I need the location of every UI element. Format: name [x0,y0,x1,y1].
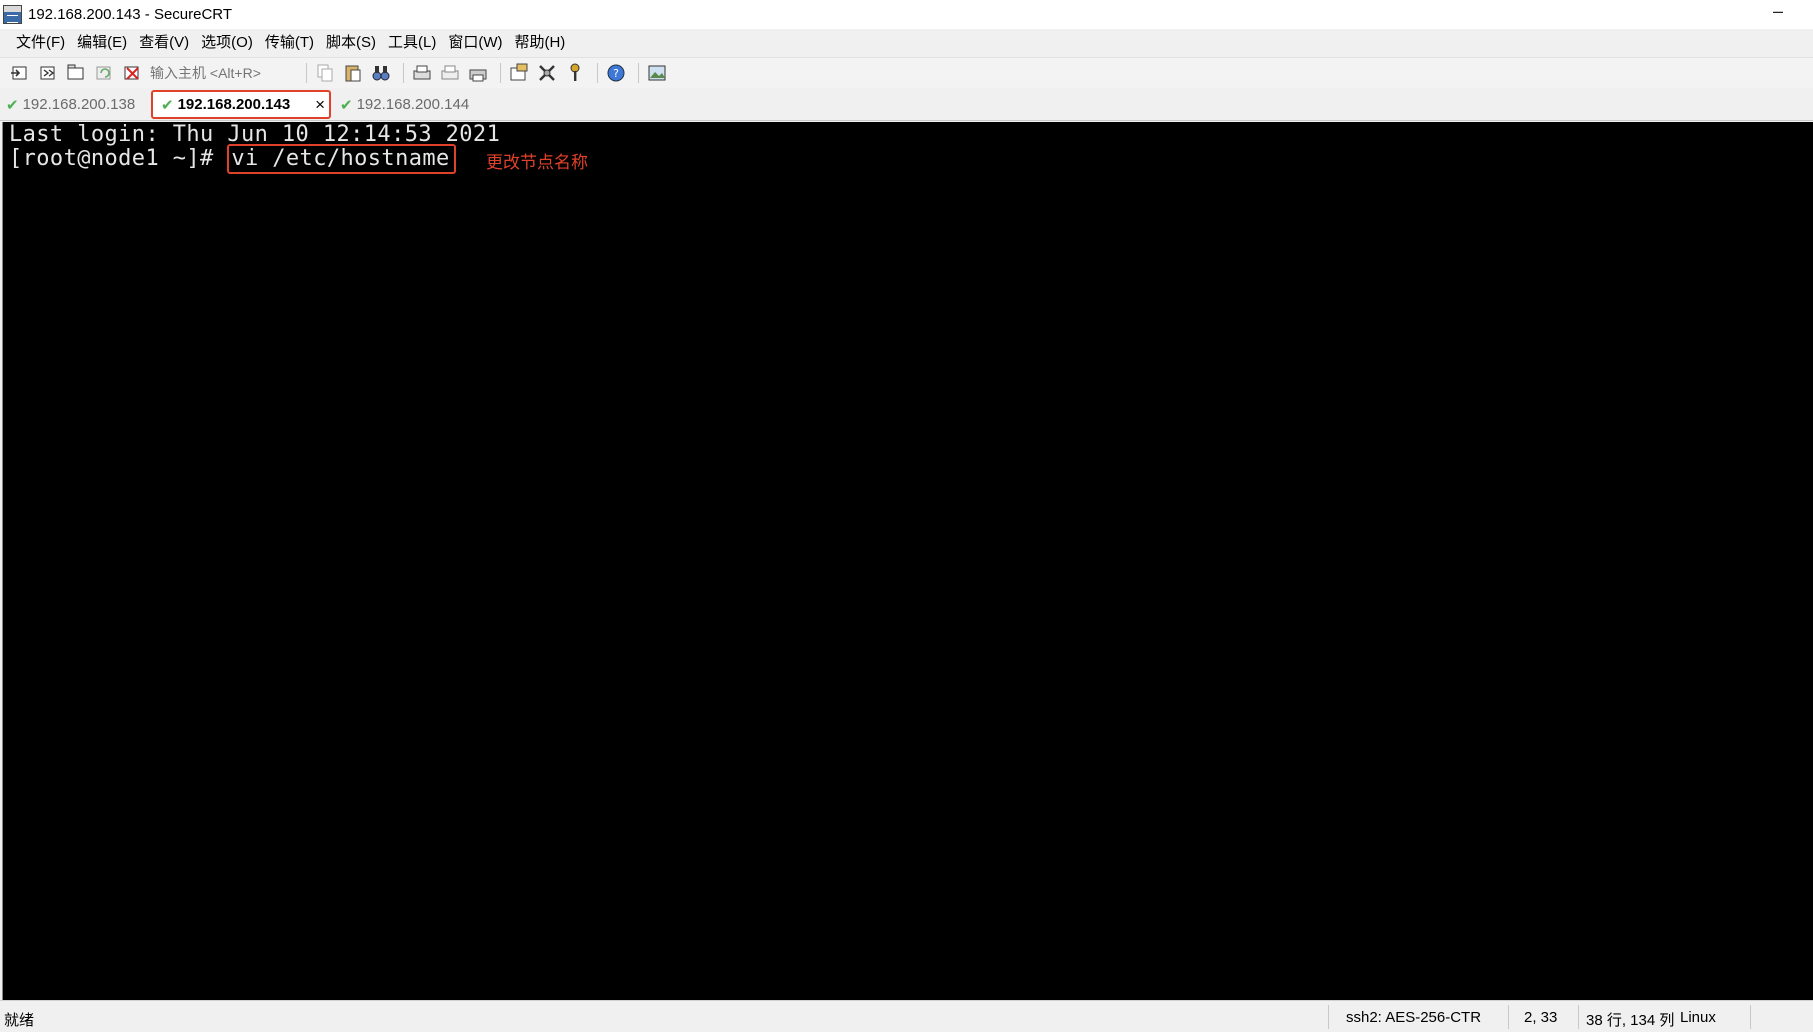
status-divider [1578,1005,1579,1029]
print-setup-button[interactable] [466,61,490,85]
menu-view[interactable]: 查看(V) [133,29,195,57]
print-selection-button[interactable] [438,61,462,85]
session-tab-bar: ✔ 192.168.200.138 ✔ 192.168.200.143 × ✔ … [0,88,1813,121]
connect-icon [11,66,27,80]
quick-connect-button[interactable] [36,61,60,85]
help-button[interactable]: ? [604,61,628,85]
disconnect-icon [124,66,139,80]
print-selection-icon [441,65,459,80]
quick-connect-icon [40,66,55,80]
toolbar-separator [500,63,501,83]
help-icon: ? [607,64,625,82]
minimize-button[interactable]: – [1773,1,1783,22]
print-button[interactable] [410,61,434,85]
svg-text:?: ? [613,67,619,80]
toolbar: ? [0,57,1813,88]
status-cursor-position: 2, 33 [1524,1009,1558,1026]
terminal-screen[interactable]: Last login: Thu Jun 10 12:14:53 2021 [ro… [2,122,1813,1000]
tools-icon [539,65,555,81]
tab-label: 192.168.200.143 [177,96,291,113]
print-icon [413,65,431,80]
menu-tools[interactable]: 工具(L) [382,29,442,57]
connect-button[interactable] [8,61,32,85]
menu-transfer[interactable]: 传输(T) [259,29,320,57]
tab-session-144[interactable]: ✔ 192.168.200.144 [340,90,469,119]
toolbar-separator [306,63,307,83]
tab-icon [67,64,84,80]
keymap-button[interactable] [563,61,587,85]
reconnect-button[interactable] [92,61,116,85]
printer-icon [469,69,487,82]
menu-script[interactable]: 脚本(S) [320,29,382,57]
menu-options[interactable]: 选项(O) [195,29,259,57]
shell-prompt: [root@node1 ~]# [9,146,228,171]
copy-button[interactable] [313,61,337,85]
tab-session-138[interactable]: ✔ 192.168.200.138 [6,90,135,119]
tab-session-143[interactable]: ✔ 192.168.200.143 × [151,90,331,119]
toolbar-separator [597,63,598,83]
session-options-button[interactable] [507,61,531,85]
terminal-command-line: [root@node1 ~]# vi /etc/hostname [9,144,456,174]
menu-file[interactable]: 文件(F) [10,29,71,57]
status-encryption: ssh2: AES-256-CTR [1346,1009,1482,1026]
toolbar-separator [638,63,639,83]
connected-check-icon: ✔ [161,95,174,114]
tab-label: 192.168.200.144 [356,96,470,113]
picture-icon [648,65,666,81]
status-divider [1328,1005,1329,1029]
status-bar: 就绪 ssh2: AES-256-CTR 2, 33 38 行, 134 列 L… [0,1000,1813,1032]
status-terminal-size: 38 行, 134 列 [1586,1012,1675,1029]
status-divider [1750,1005,1751,1029]
paste-button[interactable] [341,61,365,85]
copy-icon [317,64,333,82]
connect-in-tab-button[interactable] [64,61,88,85]
menu-edit[interactable]: 编辑(E) [71,29,133,57]
binoculars-icon [372,66,390,81]
screenshot-button[interactable] [645,61,669,85]
highlighted-command: vi /etc/hostname [227,144,456,174]
status-divider [1508,1005,1509,1029]
global-options-button[interactable] [535,61,559,85]
menu-bar: 文件(F) 编辑(E) 查看(V) 选项(O) 传输(T) 脚本(S) 工具(L… [0,29,1813,57]
tab-label: 192.168.200.138 [22,96,136,113]
securecrt-app-icon [3,5,22,24]
close-tab-icon[interactable]: × [315,95,325,115]
key-icon [570,63,580,81]
paste-icon [345,65,361,82]
find-button[interactable] [369,61,393,85]
window-title: 192.168.200.143 - SecureCRT [28,6,233,23]
title-bar: 192.168.200.143 - SecureCRT – [0,0,1813,29]
disconnect-button[interactable] [120,61,144,85]
reconnect-icon [96,66,111,80]
toolbar-separator [403,63,404,83]
connected-check-icon: ✔ [6,95,19,114]
session-options-icon [510,63,528,81]
annotation-text: 更改节点名称 [486,153,588,173]
menu-window[interactable]: 窗口(W) [442,29,508,57]
status-os: Linux [1680,1009,1716,1026]
status-ready: 就绪 [4,1012,35,1029]
quick-host-input[interactable] [148,62,296,84]
connected-check-icon: ✔ [340,95,353,114]
menu-help[interactable]: 帮助(H) [508,29,571,57]
